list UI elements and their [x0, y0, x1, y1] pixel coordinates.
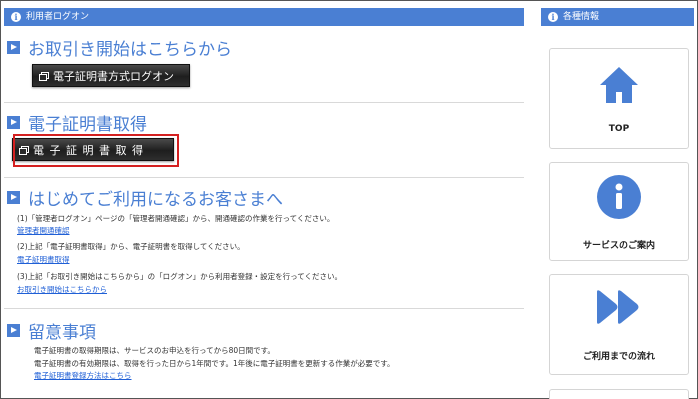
user-logon-bar: i 利用者ログオン — [4, 8, 524, 26]
play-triangle-icon — [7, 40, 20, 54]
red-highlight-box — [13, 134, 179, 167]
certificate-logon-button-label: 電子証明書方式ログオン — [53, 69, 174, 83]
right-column: i 各種情報 TOP サービスのご案内 ご利用までの流れ — [541, 0, 694, 399]
notes-line-1: 電子証明書の取得期限は、サービスのお申込を行ってから80日間です。 — [34, 346, 275, 355]
step-3-text: (3)上記「お取引き開始はこちらから」の「ログオン」から利用者登録・設定を行って… — [17, 272, 343, 281]
notes-section: 留意事項 電子証明書の取得期限は、サービスのお申込を行ってから80日間です。 電… — [4, 309, 524, 399]
service-guide-label: サービスのご案内 — [582, 241, 655, 251]
certificate-logon-button[interactable]: 電子証明書方式ログオン — [32, 64, 190, 87]
first-time-section: はじめてご利用になるお客さまへ (1)「管理者ログオン」ページの「管理者開通確認… — [4, 178, 524, 309]
service-guide-card[interactable]: サービスのご案内 — [549, 162, 689, 261]
certificate-heading-text: 電子証明書取得 — [28, 114, 147, 135]
certificate-registration-link[interactable]: 電子証明書登録方法はこちら — [34, 370, 132, 381]
play-triangle-icon — [7, 115, 20, 129]
info-bar-title: 各種情報 — [563, 12, 600, 22]
trading-start-heading-text: お取引き開始はこちらから — [28, 39, 232, 60]
left-column: i 利用者ログオン お取引き開始はこちらから 電子証明書方式ログオン 電子証明書… — [4, 0, 524, 399]
top-card-label: TOP — [608, 124, 630, 134]
step-2-link[interactable]: 電子証明書取得 — [17, 254, 70, 265]
step-3-link[interactable]: お取引き開始はこちらから — [17, 284, 107, 295]
first-time-heading-text: はじめてご利用になるお客さまへ — [28, 189, 283, 210]
usage-flow-label: ご利用までの流れ — [582, 352, 655, 362]
new-window-icon — [39, 71, 49, 81]
trading-start-heading: お取引き開始はこちらから — [7, 36, 232, 60]
user-logon-bar-title: 利用者ログオン — [26, 12, 90, 22]
trading-start-section: お取引き開始はこちらから 電子証明書方式ログオン — [4, 26, 524, 103]
info-icon: i — [548, 12, 558, 22]
info-icon: i — [11, 12, 21, 22]
play-triangle-icon — [7, 190, 20, 204]
notes-heading: 留意事項 — [7, 319, 96, 343]
play-triangle-icon — [7, 323, 20, 337]
notes-heading-text: 留意事項 — [28, 322, 96, 343]
step-1-link[interactable]: 管理者開通確認 — [17, 225, 70, 236]
info-icon — [597, 175, 641, 219]
first-time-heading: はじめてご利用になるお客さまへ — [7, 186, 283, 210]
step-1-text: (1)「管理者ログオン」ページの「管理者開通確認」から、開通確認の作業を行ってく… — [17, 214, 335, 223]
fast-forward-icon — [597, 290, 639, 324]
notes-line-2: 電子証明書の有効期限は、取得を行った日から1年間です。1年後に電子証明書を更新す… — [34, 359, 395, 368]
next-card-partial[interactable] — [549, 389, 689, 399]
step-2-text: (2)上記「電子証明書取得」から、電子証明書を取得してください。 — [17, 242, 245, 251]
certificate-heading: 電子証明書取得 — [7, 111, 147, 135]
top-card[interactable]: TOP — [549, 48, 689, 149]
usage-flow-card[interactable]: ご利用までの流れ — [549, 274, 689, 375]
home-icon — [600, 67, 638, 103]
info-bar: i 各種情報 — [541, 8, 694, 26]
